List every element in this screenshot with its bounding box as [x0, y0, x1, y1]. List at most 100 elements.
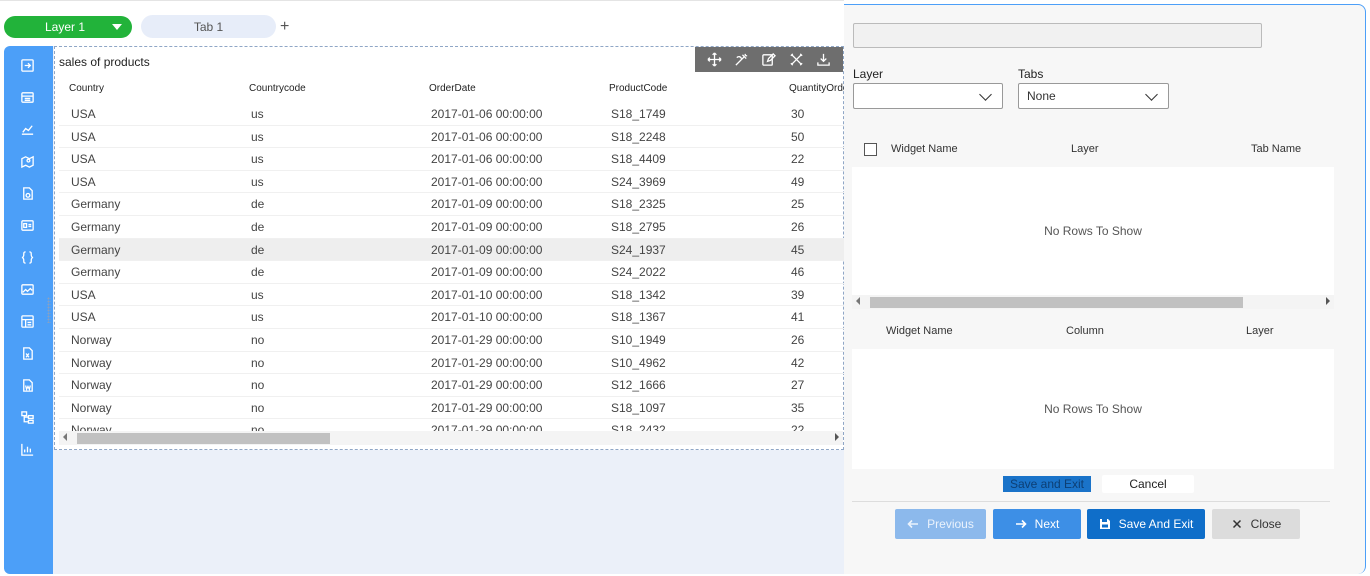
close-icon [1232, 519, 1241, 529]
table-row[interactable]: Norway no 2017-01-29 00:00:00 S10_4962 42 [59, 352, 845, 375]
cancel-button[interactable]: Cancel [1102, 475, 1194, 493]
table-row[interactable]: USA us 2017-01-06 00:00:00 S18_1749 30 [59, 103, 845, 126]
close-button[interactable]: Close [1212, 509, 1300, 539]
table-row[interactable]: Norway no 2017-01-29 00:00:00 S18_1097 35 [59, 397, 845, 420]
table-cell: 2017-01-06 00:00:00 [431, 174, 543, 189]
table-cell: de [251, 197, 265, 212]
settings-icon[interactable] [787, 51, 805, 69]
previous-button[interactable]: Previous [895, 509, 986, 539]
table-cell: us [251, 310, 264, 325]
table-cell: S18_4409 [611, 152, 666, 167]
export-icon[interactable] [18, 56, 36, 74]
form-icon[interactable] [18, 312, 36, 330]
layer-select[interactable] [853, 83, 1003, 109]
move-icon[interactable] [706, 51, 724, 69]
scrollbar-thumb[interactable] [870, 297, 1243, 308]
column-header[interactable]: Tab Name [1251, 143, 1331, 155]
table-cell: S24_2022 [611, 265, 666, 280]
table-cell: USA [71, 310, 96, 325]
column-header[interactable]: Layer [1212, 325, 1312, 337]
scroll-left-icon[interactable] [63, 433, 67, 441]
table-cell: Norway [71, 355, 112, 370]
magic-wand-icon[interactable] [733, 51, 751, 69]
column-header[interactable]: Countrycode [239, 77, 419, 101]
arrow-left-icon [907, 519, 919, 529]
add-tab-button[interactable]: + [280, 17, 289, 37]
layer-label: Layer [853, 67, 884, 81]
panel-name-input[interactable] [853, 23, 1262, 48]
table-row[interactable]: Norway no 2017-01-29 00:00:00 S12_1666 27 [59, 374, 845, 397]
table-row[interactable]: USA us 2017-01-10 00:00:00 S18_1342 39 [59, 284, 845, 307]
document-icon[interactable] [18, 184, 36, 202]
excel-file-icon[interactable] [18, 344, 36, 362]
table-cell: 42 [791, 355, 805, 370]
horizontal-scrollbar[interactable] [59, 431, 843, 445]
table-cell: USA [71, 107, 96, 121]
table-cell: Germany [71, 265, 121, 280]
scroll-right-icon[interactable] [835, 433, 839, 441]
table-row[interactable]: USA us 2017-01-06 00:00:00 S18_2248 50 [59, 126, 845, 149]
map-icon[interactable] [18, 152, 36, 170]
table-cell: us [251, 129, 264, 144]
grid-header: Country Countrycode OrderDate ProductCod… [59, 77, 845, 101]
table-cell: 50 [791, 129, 805, 144]
select-all-checkbox[interactable] [864, 142, 877, 156]
column-header[interactable]: Country [59, 77, 239, 101]
table-widget[interactable]: sales of products Country Countrycode Or… [47, 46, 845, 450]
table-row[interactable]: Germany de 2017-01-09 00:00:00 S18_2325 25 [59, 193, 845, 216]
table-cell: S18_2248 [611, 129, 666, 144]
table-row[interactable]: Germany de 2017-01-09 00:00:00 S24_2022 46 [59, 261, 845, 284]
grid-body: USA us 2017-01-06 00:00:00 S18_1749 30 USA us 2… [59, 103, 845, 431]
resize-handle[interactable] [47, 297, 51, 323]
table-cell: us [251, 287, 264, 302]
table-cell: 2017-01-29 00:00:00 [431, 355, 543, 370]
scrollbar-thumb[interactable] [77, 433, 330, 444]
column-header[interactable]: QuantityOrdered [779, 77, 845, 101]
column-header[interactable]: ProductCode [599, 77, 779, 101]
save-and-exit-link[interactable]: Save and Exit [1003, 476, 1091, 492]
table-cell: 2017-01-09 00:00:00 [431, 197, 543, 212]
table-cell: no [251, 423, 265, 431]
table-row[interactable]: Norway no 2017-01-29 00:00:00 S10_1949 26 [59, 329, 845, 352]
table-row[interactable]: USA us 2017-01-06 00:00:00 S18_4409 22 [59, 148, 845, 171]
table-cell: 2017-01-09 00:00:00 [431, 265, 543, 280]
horizontal-scrollbar[interactable] [852, 295, 1334, 309]
word-file-icon[interactable] [18, 376, 36, 394]
table-cell: 2017-01-09 00:00:00 [431, 219, 543, 234]
layer-selector[interactable]: Layer 1 [4, 16, 132, 38]
line-chart-icon[interactable] [18, 120, 36, 138]
bar-chart-icon[interactable] [18, 440, 36, 458]
table-cell: us [251, 174, 264, 189]
column-header[interactable]: OrderDate [419, 77, 599, 101]
next-button[interactable]: Next [993, 509, 1081, 539]
column-header[interactable]: Layer [1071, 143, 1251, 155]
edit-icon[interactable] [760, 51, 778, 69]
table-cell: 30 [791, 107, 805, 121]
tree-icon[interactable] [18, 408, 36, 426]
code-icon[interactable] [18, 248, 36, 266]
column-header[interactable]: Column [1032, 325, 1212, 337]
save-and-exit-label: Save And Exit [1118, 517, 1194, 531]
columns-table-empty: No Rows To Show [852, 349, 1334, 469]
save-and-exit-button[interactable]: Save And Exit [1087, 509, 1205, 539]
image-icon[interactable] [18, 280, 36, 298]
column-header[interactable]: Widget Name [852, 325, 1032, 337]
table-row[interactable]: Germany de 2017-01-09 00:00:00 S24_1937 45 [59, 238, 845, 262]
scroll-left-icon[interactable] [856, 297, 860, 305]
id-card-icon[interactable] [18, 216, 36, 234]
tab-1[interactable]: Tab 1 [141, 15, 276, 38]
download-icon[interactable] [814, 51, 832, 69]
table-row[interactable]: Germany de 2017-01-09 00:00:00 S18_2795 26 [59, 216, 845, 239]
table-cell: 22 [791, 152, 805, 167]
tabs-select[interactable]: None [1018, 83, 1169, 109]
tabs-select-value: None [1027, 89, 1056, 103]
previous-button-label: Previous [927, 517, 974, 531]
table-icon[interactable] [18, 88, 36, 106]
table-cell: 45 [791, 242, 805, 257]
scroll-right-icon[interactable] [1326, 297, 1330, 305]
table-row[interactable]: USA us 2017-01-10 00:00:00 S18_1367 41 [59, 306, 845, 329]
table-row[interactable]: Norway no 2017-01-29 00:00:00 S18_2432 22 [59, 419, 845, 431]
column-header[interactable]: Widget Name [891, 143, 1071, 155]
table-cell: no [251, 378, 265, 393]
table-row[interactable]: USA us 2017-01-06 00:00:00 S24_3969 49 [59, 171, 845, 194]
